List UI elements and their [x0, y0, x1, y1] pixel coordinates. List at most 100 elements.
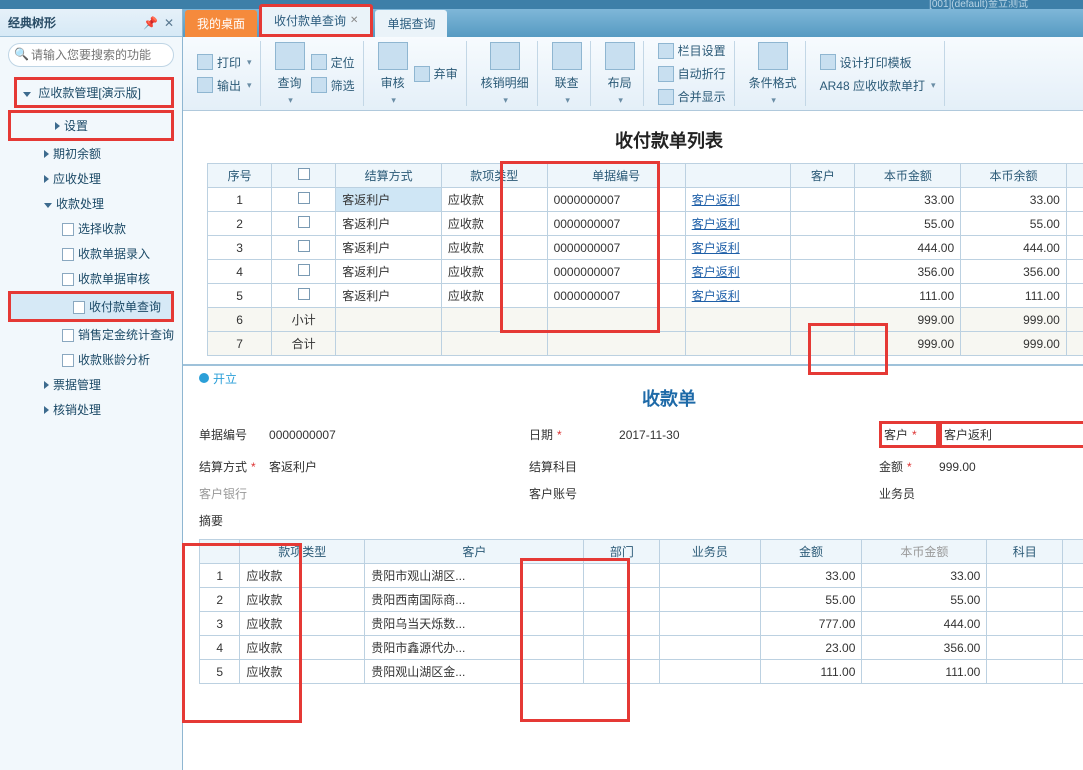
merge-button[interactable]: 合并显示: [656, 86, 728, 107]
detail-form: 单据编号 0000000007 日期* 2017-11-30 客户* 客户返利 …: [199, 421, 1083, 529]
col-header[interactable]: 本币金额: [862, 540, 987, 564]
chevron-icon: [44, 406, 49, 414]
tab-desktop[interactable]: 我的桌面: [185, 10, 257, 37]
filter-button[interactable]: 筛选: [309, 75, 357, 96]
col-header[interactable]: 客户: [791, 164, 855, 188]
layout-button[interactable]: 布局: [603, 40, 637, 108]
col-header[interactable]: 科目: [987, 540, 1063, 564]
checkbox[interactable]: [298, 264, 310, 276]
tree-item[interactable]: 选择收款: [0, 216, 182, 241]
link-cell[interactable]: 客户返利: [685, 212, 791, 236]
search-input[interactable]: [8, 43, 174, 67]
col-header[interactable]: 项目: [1063, 540, 1083, 564]
col-header[interactable]: 单据编号: [547, 164, 685, 188]
col-header[interactable]: [272, 164, 336, 188]
row-check[interactable]: [272, 212, 336, 236]
table-row[interactable]: 4应收款贵阳市鑫源代办...23.00356.00: [200, 636, 1083, 660]
cell: [441, 308, 547, 332]
checkbox[interactable]: [298, 240, 310, 252]
col-header[interactable]: [685, 164, 791, 188]
table-row[interactable]: 1应收款贵阳市观山湖区...33.0033.00: [200, 564, 1083, 588]
tree-item[interactable]: 收付款单查询: [8, 291, 174, 322]
table-row[interactable]: 5应收款贵阳观山湖区金...111.00111.00: [200, 660, 1083, 684]
table-row[interactable]: 3应收款贵阳乌当天烁数...777.00444.00: [200, 612, 1083, 636]
query-button[interactable]: 查询: [273, 40, 307, 108]
checkbox[interactable]: [298, 192, 310, 204]
tree-item[interactable]: 收款单据审核: [0, 266, 182, 291]
tree-item[interactable]: 设置: [8, 110, 174, 141]
print-button[interactable]: 打印: [195, 52, 254, 73]
close-icon[interactable]: ✕: [350, 15, 358, 26]
col-header[interactable]: [200, 540, 240, 564]
checkbox[interactable]: [298, 216, 310, 228]
tree-item[interactable]: 收款账龄分析: [0, 347, 182, 372]
col-header[interactable]: 结算方式: [336, 164, 442, 188]
row-check[interactable]: [272, 236, 336, 260]
locate-button[interactable]: 定位: [309, 52, 357, 73]
detail-title: 收款单: [199, 385, 1083, 411]
verify-detail-button[interactable]: 核销明细: [479, 40, 531, 108]
cond-format-button[interactable]: 条件格式: [747, 40, 799, 108]
abandon-button[interactable]: 弃审: [412, 63, 460, 84]
memo-label: 摘要: [199, 512, 269, 529]
col-header[interactable]: 金额: [760, 540, 862, 564]
customer-rebate-link[interactable]: 客户返利: [692, 265, 740, 279]
col-header[interactable]: 款项类型: [240, 540, 365, 564]
col-header[interactable]: 本币金额: [855, 164, 961, 188]
sales-label: 业务员: [879, 485, 939, 502]
col-header[interactable]: 序号: [208, 164, 272, 188]
tree-item[interactable]: 应收处理: [0, 166, 182, 191]
row-check[interactable]: [272, 188, 336, 212]
export-button[interactable]: 输出: [195, 75, 254, 96]
col-header[interactable]: 客户: [365, 540, 584, 564]
tree-root[interactable]: 应收款管理[演示版]: [14, 77, 174, 108]
table-row[interactable]: 4客返利户应收款0000000007客户返利356.00356.00: [208, 260, 1083, 284]
tree-item[interactable]: 收款单据录入: [0, 241, 182, 266]
customer-rebate-link[interactable]: 客户返利: [692, 217, 740, 231]
subject-label: 结算科目: [529, 458, 619, 475]
docno-cell: 0000000007: [547, 260, 685, 284]
table-row[interactable]: 2应收款贵阳西南国际商...55.0055.00: [200, 588, 1083, 612]
pin-icon[interactable]: 📌: [143, 16, 158, 30]
table-row[interactable]: 5客返利户应收款0000000007客户返利111.00111.00: [208, 284, 1083, 308]
wrap-icon: [658, 66, 674, 82]
docno-cell: 0000000007: [547, 284, 685, 308]
checkbox[interactable]: [298, 168, 310, 180]
cell: [1066, 332, 1083, 356]
customer-rebate-link[interactable]: 客户返利: [692, 289, 740, 303]
customer-rebate-link[interactable]: 客户返利: [692, 241, 740, 255]
table-row[interactable]: 3客返利户应收款0000000007客户返利444.00444.00: [208, 236, 1083, 260]
tree-item[interactable]: 收款处理: [0, 191, 182, 216]
design-template-button[interactable]: 设计打印模板: [818, 52, 938, 73]
col-header[interactable]: 款项类型: [441, 164, 547, 188]
link-button[interactable]: 联查: [550, 40, 584, 108]
table-row[interactable]: 1客返利户应收款0000000007客户返利33.0033.00: [208, 188, 1083, 212]
table-row[interactable]: 2客返利户应收款0000000007客户返利55.0055.00: [208, 212, 1083, 236]
link-cell[interactable]: 客户返利: [685, 188, 791, 212]
tab-doc-query[interactable]: 单据查询: [375, 10, 447, 37]
close-icon[interactable]: ✕: [164, 16, 174, 30]
tree-item[interactable]: 核销处理: [0, 397, 182, 422]
auto-wrap-button[interactable]: 自动折行: [656, 63, 728, 84]
link-cell[interactable]: 客户返利: [685, 260, 791, 284]
tree-item[interactable]: 销售定金统计查询: [0, 322, 182, 347]
link-cell[interactable]: 客户返利: [685, 284, 791, 308]
ar48-button[interactable]: AR48 应收收款单打: [818, 75, 938, 96]
account-label: 客户账号: [529, 485, 619, 502]
col-header[interactable]: 部门: [1066, 164, 1083, 188]
tree-item[interactable]: 票据管理: [0, 372, 182, 397]
link-cell[interactable]: 客户返利: [685, 236, 791, 260]
audit-button[interactable]: 审核: [376, 40, 410, 108]
ktype-cell: 应收款: [240, 612, 365, 636]
row-check[interactable]: [272, 260, 336, 284]
row-check[interactable]: [272, 284, 336, 308]
col-header[interactable]: 业务员: [660, 540, 760, 564]
tab-receipt-query[interactable]: 收付款单查询✕: [259, 4, 373, 37]
cell: 6: [208, 308, 272, 332]
checkbox[interactable]: [298, 288, 310, 300]
tree-item[interactable]: 期初余额: [0, 141, 182, 166]
customer-rebate-link[interactable]: 客户返利: [692, 193, 740, 207]
col-header[interactable]: 部门: [584, 540, 660, 564]
col-header[interactable]: 本币余额: [961, 164, 1067, 188]
column-set-button[interactable]: 栏目设置: [656, 40, 728, 61]
